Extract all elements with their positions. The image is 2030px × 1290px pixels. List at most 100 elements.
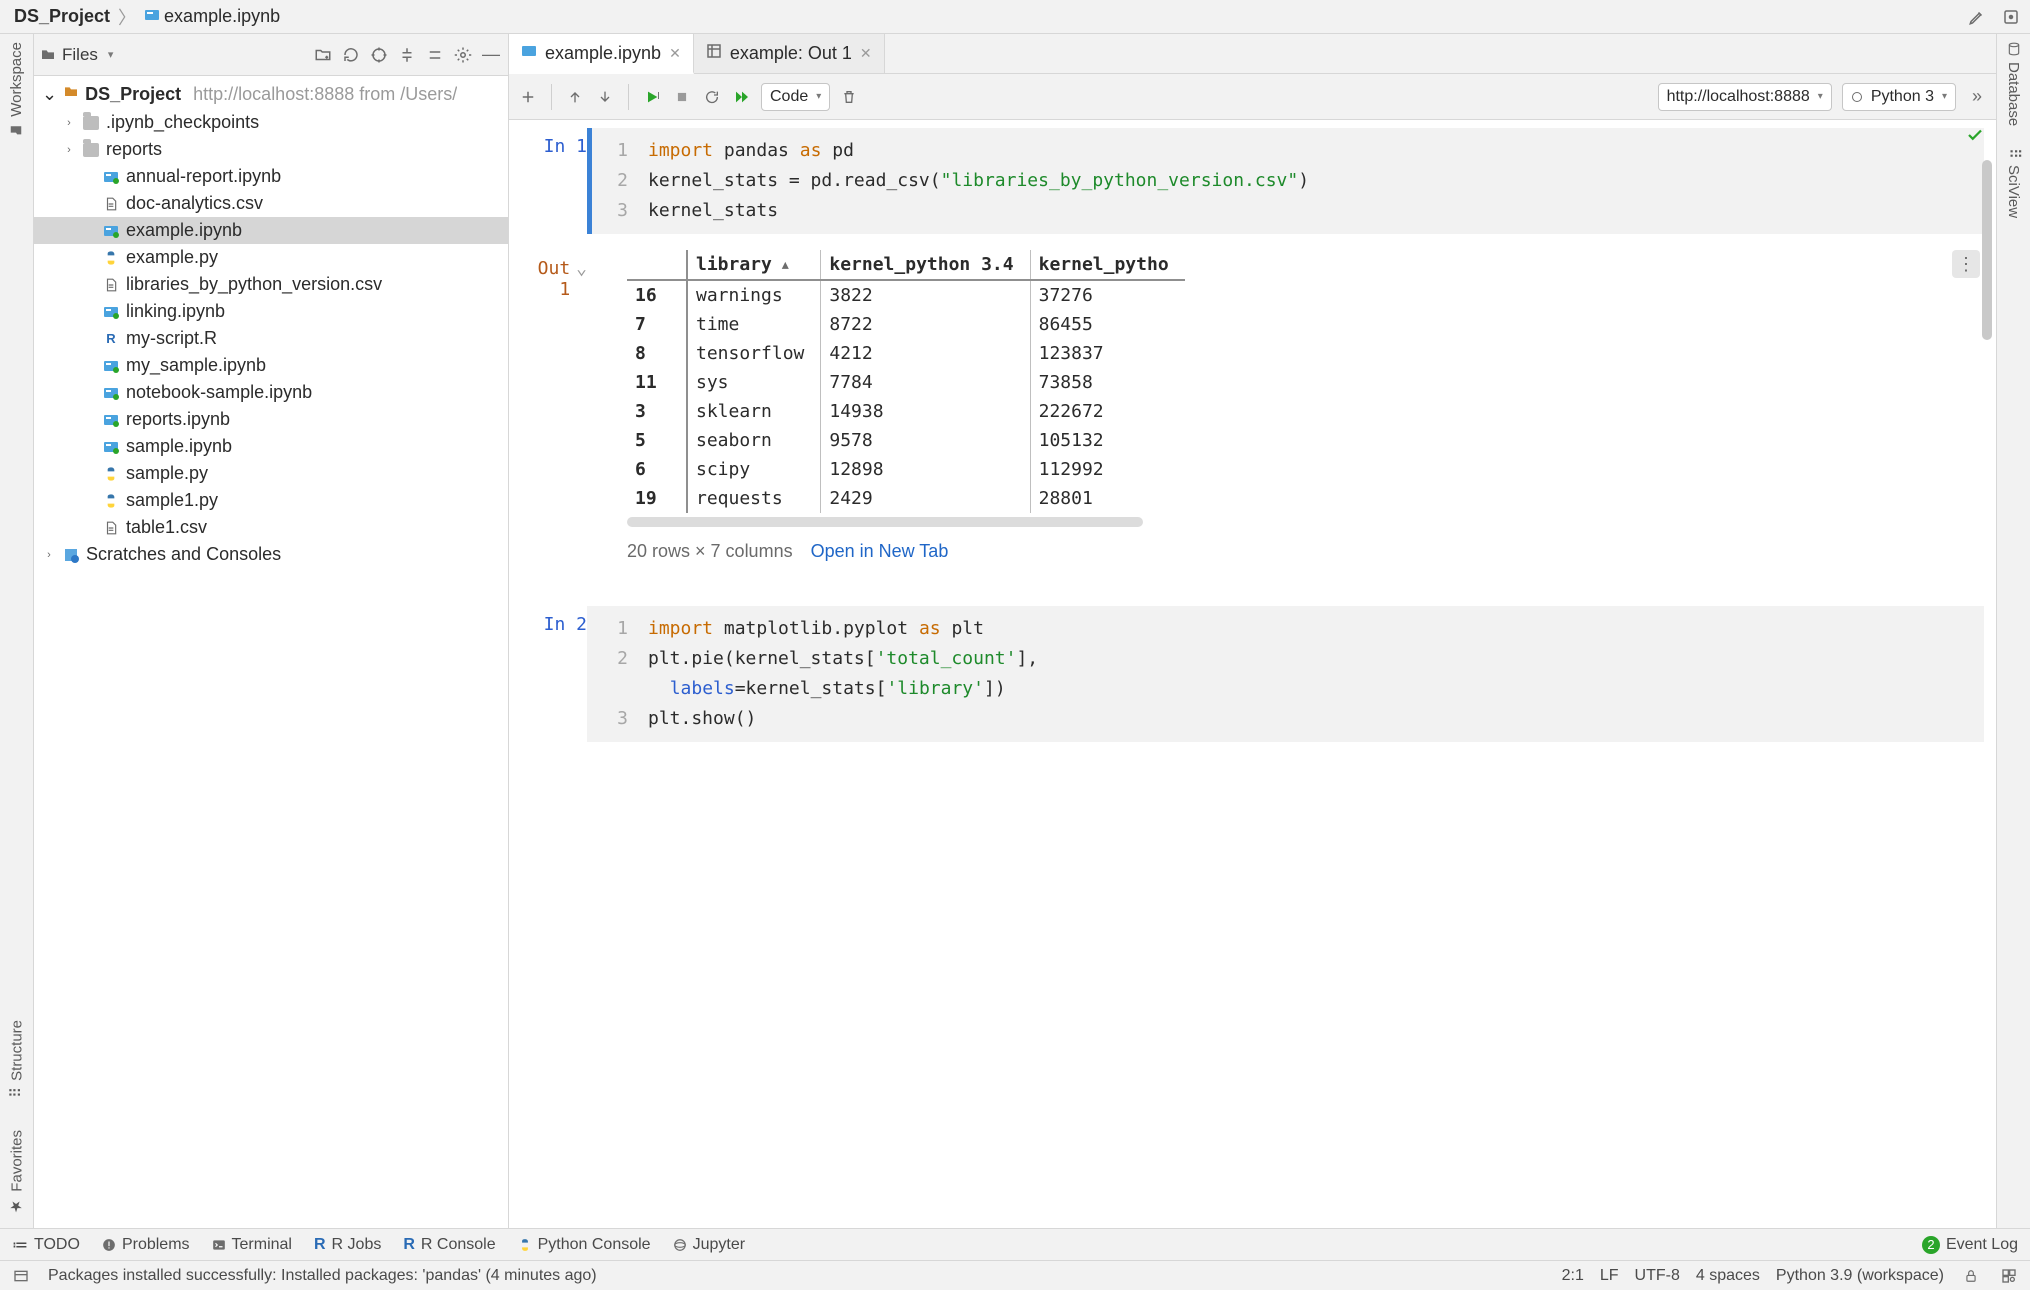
project-view-selector[interactable]: Files ▾ — [40, 45, 113, 65]
delete-cell-icon[interactable] — [838, 86, 860, 108]
event-log[interactable]: 2 Event Log — [1922, 1236, 2018, 1254]
notebook-icon — [144, 7, 160, 26]
kernel-select[interactable]: Python 3▾ — [1842, 83, 1956, 111]
tree-file[interactable]: linking.ipynb — [34, 298, 508, 325]
project-root[interactable]: ⌄ DS_Project http://localhost:8888 from … — [34, 80, 508, 109]
tab-icon — [706, 43, 722, 64]
folder-icon — [82, 141, 100, 159]
expand-all-icon[interactable] — [396, 44, 418, 66]
tree-file[interactable]: sample.ipynb — [34, 433, 508, 460]
close-icon[interactable]: ✕ — [669, 45, 681, 62]
tree-file[interactable]: example.py — [34, 244, 508, 271]
cell-in-2[interactable]: In 2 1import matplotlib.pyplot as plt2pl… — [509, 598, 1996, 750]
stop-icon[interactable] — [671, 86, 693, 108]
tree-file[interactable]: sample.py — [34, 460, 508, 487]
add-cell-icon[interactable] — [517, 86, 539, 108]
table-index-cell: 3 — [627, 397, 687, 426]
rail-structure[interactable]: ⠿Structure — [8, 1020, 26, 1098]
table-row[interactable]: 8tensorflow4212123837 — [627, 339, 1185, 368]
tree-file[interactable]: Rmy-script.R — [34, 325, 508, 352]
ide-settings-icon[interactable] — [1998, 1265, 2020, 1287]
tool-jupyter[interactable]: Jupyter — [673, 1236, 745, 1254]
table-row[interactable]: 7time872286455 — [627, 310, 1185, 339]
tool-rjobs[interactable]: RR Jobs — [314, 1236, 381, 1254]
tree-file[interactable]: annual-report.ipynb — [34, 163, 508, 190]
restart-icon[interactable] — [701, 86, 723, 108]
tree-folder[interactable]: ›reports — [34, 136, 508, 163]
horizontal-scrollbar[interactable] — [627, 517, 1143, 527]
table-row[interactable]: 5seaborn9578105132 — [627, 426, 1185, 455]
refresh-icon[interactable] — [340, 44, 362, 66]
editor-tab[interactable]: example: Out 1✕ — [694, 34, 885, 73]
gear-icon[interactable] — [452, 44, 474, 66]
cell-label[interactable]: Out 1 ⌄ — [533, 250, 587, 570]
tool-python-console[interactable]: Python Console — [518, 1236, 651, 1254]
move-down-icon[interactable] — [594, 86, 616, 108]
table-cell: 2429 — [821, 484, 1030, 513]
code-editor[interactable]: 1import matplotlib.pyplot as plt2plt.pie… — [587, 606, 1984, 742]
move-up-icon[interactable] — [564, 86, 586, 108]
tree-file[interactable]: table1.csv — [34, 514, 508, 541]
tree-file[interactable]: reports.ipynb — [34, 406, 508, 433]
run-all-icon[interactable] — [731, 86, 753, 108]
tool-todo[interactable]: ≔TODO — [12, 1235, 80, 1255]
close-icon[interactable]: ✕ — [860, 45, 872, 62]
tree-file[interactable]: sample1.py — [34, 487, 508, 514]
table-column-header[interactable]: kernel_python 3.4 — [821, 250, 1030, 280]
select-target-icon[interactable] — [368, 44, 390, 66]
rail-sciview[interactable]: ⠿SciView — [2005, 148, 2023, 218]
table-row[interactable]: 6scipy12898112992 — [627, 455, 1185, 484]
tool-rconsole[interactable]: RR Console — [403, 1236, 495, 1254]
tree-file[interactable]: notebook-sample.ipynb — [34, 379, 508, 406]
tool-terminal[interactable]: Terminal — [212, 1236, 292, 1254]
server-select[interactable]: http://localhost:8888▾ — [1658, 83, 1832, 111]
table-column-header[interactable]: library▴ — [687, 250, 821, 280]
collapse-all-icon[interactable] — [424, 44, 446, 66]
tree-folder[interactable]: ›.ipynb_checkpoints — [34, 109, 508, 136]
breadcrumb-root[interactable]: DS_Project — [8, 4, 116, 29]
run-cell-icon[interactable]: I — [641, 86, 663, 108]
table-row[interactable]: 3sklearn14938222672 — [627, 397, 1185, 426]
notebook-body[interactable]: In 1 1import pandas as pd2kernel_stats =… — [509, 120, 1996, 1228]
table-index-header[interactable] — [627, 250, 687, 280]
table-column-header[interactable]: kernel_pytho — [1030, 250, 1185, 280]
status-encoding[interactable]: UTF-8 — [1635, 1267, 1680, 1285]
status-line-sep[interactable]: LF — [1600, 1267, 1619, 1285]
cell-in-1[interactable]: In 1 1import pandas as pd2kernel_stats =… — [509, 120, 1996, 242]
hide-icon[interactable]: — — [480, 44, 502, 66]
scratches-node[interactable]: › Scratches and Consoles — [34, 541, 508, 568]
celltype-select[interactable]: Code▾ — [761, 83, 830, 111]
output-shape: 20 rows × 7 columns — [627, 541, 793, 562]
notebook-icon — [102, 411, 120, 429]
chevron-down-icon[interactable]: ⌄ — [576, 258, 587, 279]
tree-file[interactable]: doc-analytics.csv — [34, 190, 508, 217]
new-folder-icon[interactable] — [312, 44, 334, 66]
rail-database[interactable]: Database — [2005, 42, 2022, 126]
tool-window-icon[interactable] — [10, 1265, 32, 1287]
tree-file[interactable]: example.ipynb — [34, 217, 508, 244]
edit-icon[interactable] — [1966, 6, 1988, 28]
open-in-new-tab-link[interactable]: Open in New Tab — [811, 541, 949, 562]
rail-workspace[interactable]: Workspace — [8, 42, 25, 137]
run-target-icon[interactable] — [2000, 6, 2022, 28]
tree-file[interactable]: libraries_by_python_version.csv — [34, 271, 508, 298]
lock-icon[interactable] — [1960, 1265, 1982, 1287]
table-cell: warnings — [687, 280, 821, 310]
code-editor[interactable]: 1import pandas as pd2kernel_stats = pd.r… — [587, 128, 1984, 234]
status-interpreter[interactable]: Python 3.9 (workspace) — [1776, 1267, 1944, 1285]
vertical-scrollbar[interactable] — [1982, 160, 1992, 340]
output-table[interactable]: library▴kernel_python 3.4kernel_pytho 16… — [627, 250, 1185, 513]
cell-menu-icon[interactable]: ⋮ — [1952, 250, 1980, 278]
breadcrumb-file[interactable]: example.ipynb — [138, 4, 286, 29]
table-row[interactable]: 19requests242928801 — [627, 484, 1185, 513]
table-row[interactable]: 11sys778473858 — [627, 368, 1185, 397]
more-icon[interactable]: » — [1966, 86, 1988, 108]
status-indent[interactable]: 4 spaces — [1696, 1267, 1760, 1285]
editor-tab[interactable]: example.ipynb✕ — [509, 34, 694, 74]
tree-file[interactable]: my_sample.ipynb — [34, 352, 508, 379]
status-caret-pos[interactable]: 2:1 — [1562, 1267, 1584, 1285]
tool-problems[interactable]: Problems — [102, 1236, 190, 1254]
rail-favorites[interactable]: ★Favorites — [8, 1130, 26, 1216]
project-tree[interactable]: ⌄ DS_Project http://localhost:8888 from … — [34, 76, 508, 1228]
table-row[interactable]: 16warnings382237276 — [627, 280, 1185, 310]
